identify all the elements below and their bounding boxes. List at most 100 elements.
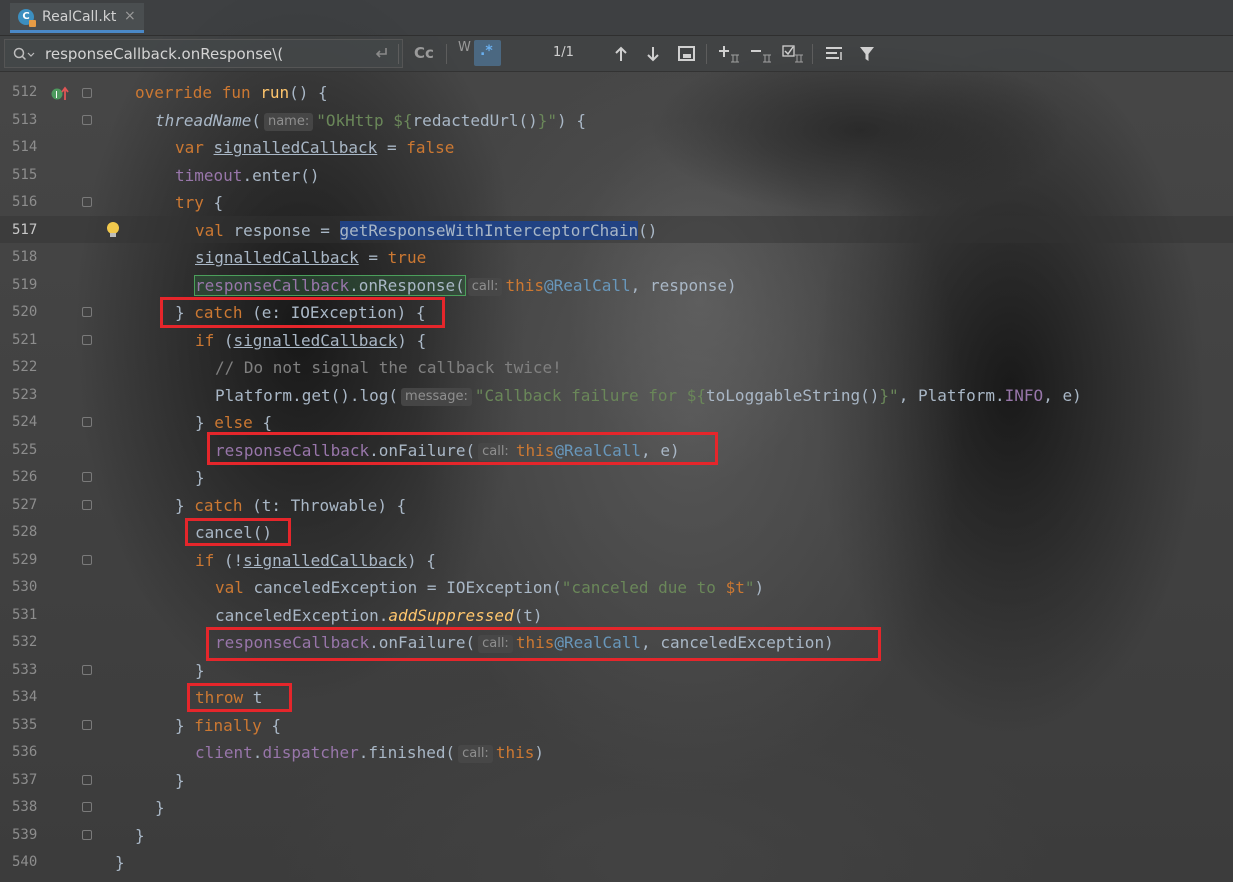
fold-marker[interactable] <box>82 472 92 482</box>
code-text: { <box>252 413 273 432</box>
code-line: threadName(name: "OkHttp ${redactedUrl()}… <box>155 107 586 135</box>
code-text: .onResponse( <box>349 275 465 295</box>
annotation-box-cancel <box>185 518 291 546</box>
remove-occurrence-icon[interactable] <box>750 45 772 63</box>
fold-marker[interactable] <box>82 115 92 125</box>
line-number: 516 <box>12 194 38 210</box>
search-input[interactable]: responseCallback.onResponse\( <box>45 45 283 63</box>
keyword: catch <box>194 495 243 515</box>
arrow-up-icon[interactable] <box>613 45 629 63</box>
line-number: 514 <box>12 139 38 155</box>
fold-marker[interactable] <box>82 197 92 207</box>
line-number: 518 <box>12 249 38 265</box>
line-number: 523 <box>12 386 38 403</box>
code-editor[interactable]: I 512 513 514 515 516 517 518 519 520 52… <box>0 72 1233 882</box>
code-line: canceledException.addSuppressed(t) <box>215 602 543 630</box>
fold-marker[interactable] <box>82 417 92 427</box>
arrow-down-icon[interactable] <box>645 45 661 63</box>
line-number: 536 <box>12 744 38 760</box>
line-number: 515 <box>12 166 38 183</box>
code-line: } <box>195 657 205 685</box>
line-number: 535 <box>12 716 38 733</box>
line-number: 524 <box>12 414 38 430</box>
add-occurrence-icon[interactable] <box>718 45 740 63</box>
code-line: } catch (t: Throwable) { <box>175 492 406 520</box>
search-icon[interactable] <box>13 47 35 61</box>
match-case-toggle[interactable]: Cc <box>414 44 434 62</box>
code-line: if (!signalledCallback) { <box>195 547 436 575</box>
fold-marker[interactable] <box>82 720 92 730</box>
variable: signalledCallback <box>233 330 398 350</box>
fold-marker[interactable] <box>82 775 92 785</box>
svg-text:I: I <box>55 90 58 101</box>
select-all-occurrences-icon[interactable] <box>678 46 696 62</box>
code-line: Platform.get().log(message: "Callback fai… <box>215 382 1082 410</box>
search-field[interactable]: responseCallback.onResponse\( <box>4 39 403 68</box>
keyword: val <box>195 220 224 240</box>
code-line: } <box>115 849 125 877</box>
regex-toggle-button[interactable]: .* <box>474 40 501 66</box>
toolbar-separator <box>706 44 707 64</box>
fold-marker[interactable] <box>82 555 92 565</box>
tab-label: RealCall.kt <box>42 9 117 25</box>
fold-marker[interactable] <box>82 500 92 510</box>
keyword: true <box>387 248 427 267</box>
toolbar-separator <box>446 44 447 64</box>
keyword: if <box>195 330 215 350</box>
code-text: . <box>252 743 263 762</box>
select-all-check-icon[interactable] <box>782 45 804 63</box>
function-name: run <box>260 83 290 102</box>
variable: signalledCallback <box>243 550 407 570</box>
function-call: threadName <box>155 110 252 130</box>
string-literal: }" <box>879 385 899 405</box>
line-number: 532 <box>12 634 38 650</box>
string-literal: "OkHttp ${ <box>316 110 413 130</box>
code-line: responseCallback.onResponse(call: this@Re… <box>194 272 737 300</box>
line-number: 529 <box>12 551 38 568</box>
file-tab-realcall[interactable]: C RealCall.kt × <box>10 3 144 33</box>
fold-marker[interactable] <box>82 335 92 345</box>
code-line: override fun run() { <box>135 79 328 107</box>
fold-marker[interactable] <box>82 802 92 812</box>
code-text: canceledException = IOException( <box>243 578 562 597</box>
string-literal: "Callback failure for ${ <box>474 385 707 405</box>
code-text: { <box>203 193 224 212</box>
selected-text[interactable]: getResponseWithInterceptorChain <box>339 220 639 240</box>
replace-icon[interactable] <box>372 45 390 63</box>
code-text: canceledException. <box>215 605 389 625</box>
code-line: timeout.enter() <box>175 162 320 190</box>
fold-marker[interactable] <box>82 88 92 98</box>
code-text: = <box>358 248 388 267</box>
parameter-hint: call: <box>467 277 503 296</box>
filter-icon[interactable] <box>859 46 875 62</box>
fold-marker[interactable] <box>82 665 92 675</box>
code-line: if (signalledCallback) { <box>195 327 426 355</box>
run-override-icon[interactable]: I <box>51 86 73 102</box>
parameter-hint: call: <box>458 745 493 763</box>
fold-marker[interactable] <box>82 307 92 317</box>
code-text: } <box>155 798 165 817</box>
regex-toggle-label: .* <box>480 43 493 59</box>
code-text: () <box>638 220 658 240</box>
code-text: } <box>175 495 185 515</box>
code-text: ( <box>251 110 261 130</box>
code-text: ) { <box>397 330 427 350</box>
close-icon[interactable]: × <box>124 8 136 24</box>
code-text: } <box>175 715 185 735</box>
code-text: { <box>261 715 281 735</box>
code-line: } <box>175 767 185 795</box>
search-match-highlight: responseCallback.onResponse( <box>194 274 466 296</box>
match-count: 1/1 <box>553 45 574 60</box>
annotation-box-catch-ioexception <box>160 297 445 328</box>
words-toggle[interactable]: W <box>458 40 471 55</box>
code-text: ) <box>754 578 765 597</box>
lightbulb-icon[interactable] <box>106 221 120 239</box>
toolbar-separator <box>398 44 399 64</box>
parameter-hint: name: <box>263 112 314 131</box>
line-number: 519 <box>12 276 38 293</box>
fold-marker[interactable] <box>82 830 92 840</box>
filter-lines-icon[interactable] <box>825 46 845 62</box>
line-number: 526 <box>12 469 38 485</box>
annotation-box-onfailure-canceled <box>206 627 881 661</box>
keyword: try <box>175 193 204 212</box>
